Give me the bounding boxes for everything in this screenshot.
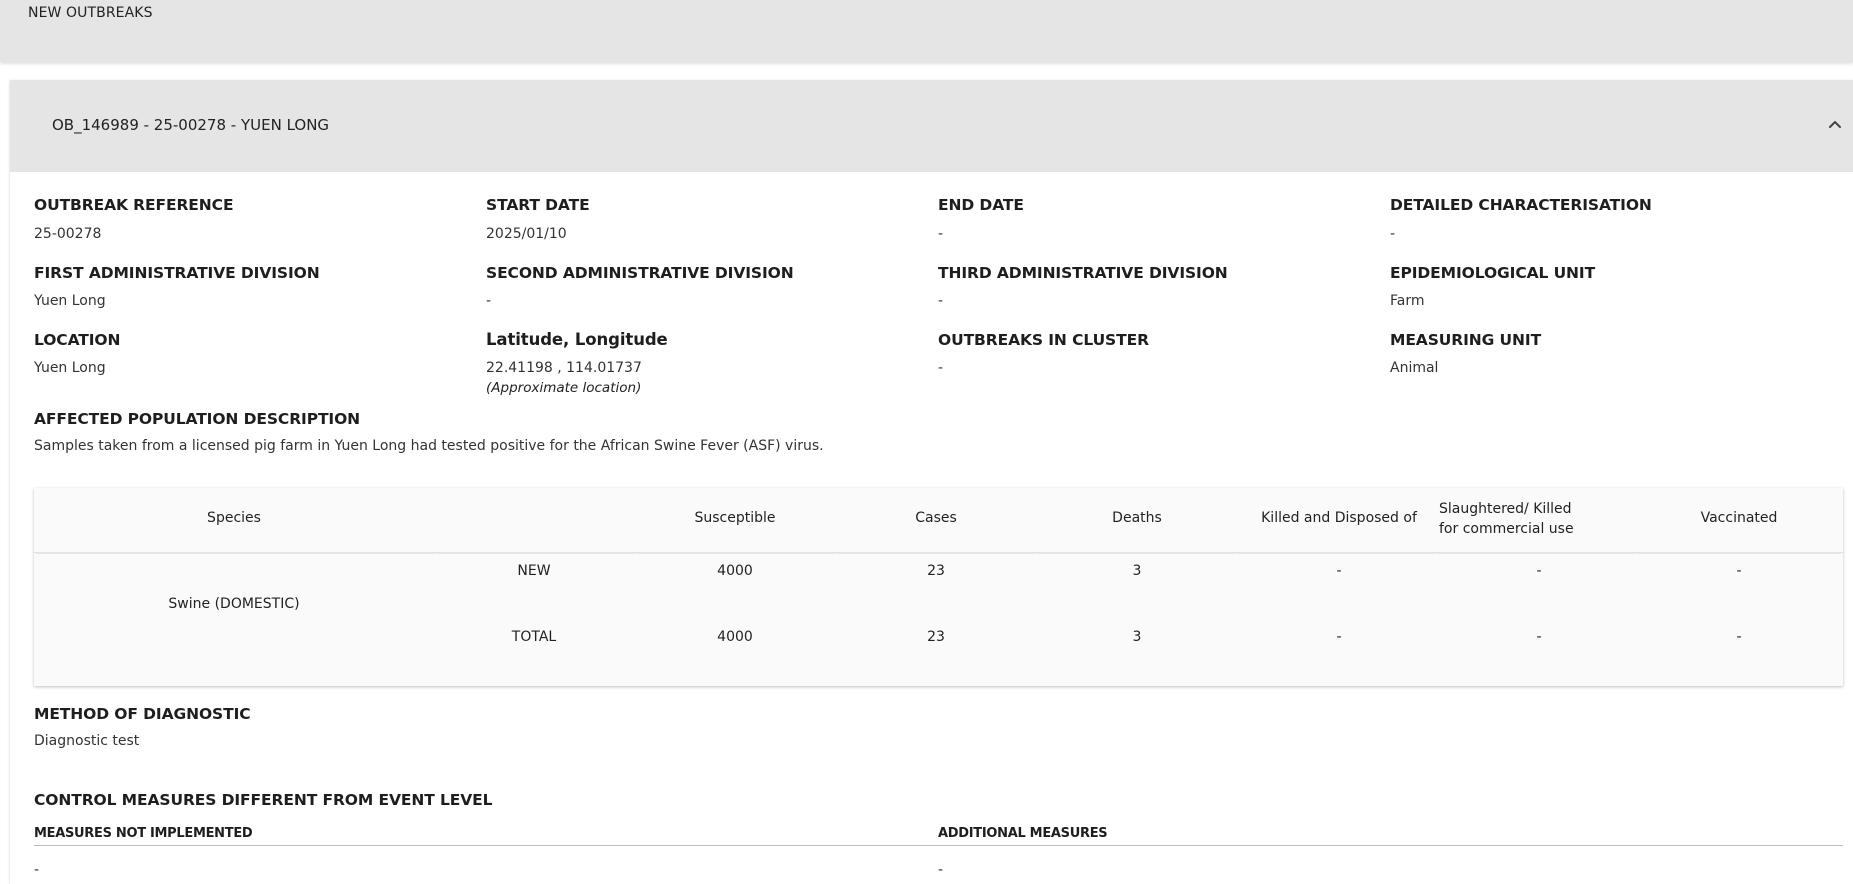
control-measures-label: CONTROL MEASURES DIFFERENT FROM EVENT LE… — [34, 791, 493, 809]
first-admin-division-label: FIRST ADMINISTRATIVE DIVISION — [34, 264, 320, 282]
row-new-type: NEW — [517, 563, 551, 579]
first-admin-division-value: Yuen Long — [34, 293, 106, 309]
row-new-slaughtered: - — [1536, 563, 1542, 579]
row-total-deaths: 3 — [1132, 629, 1142, 645]
measures-not-implemented-divider — [34, 845, 938, 846]
diagnostic-label: METHOD OF DIAGNOSTIC — [34, 705, 251, 723]
measures-not-implemented-label: MEASURES NOT IMPLEMENTED — [34, 826, 253, 841]
affected-population-label: AFFECTED POPULATION DESCRIPTION — [34, 410, 361, 428]
column-separator — [438, 552, 636, 554]
second-admin-division-label: SECOND ADMINISTRATIVE DIVISION — [486, 264, 794, 282]
section-title: NEW OUTBREAKS — [28, 5, 153, 21]
location-label: LOCATION — [34, 331, 121, 349]
outbreak-panel: OB_146989 - 25-00278 - YUEN LONG OUTBREA… — [10, 80, 1853, 884]
end-date-label: END DATE — [938, 196, 1024, 214]
header-vaccinated: Vaccinated — [1700, 510, 1778, 526]
outbreak-reference-value: 25-00278 — [34, 226, 102, 242]
detailed-characterisation-value: - — [1390, 226, 1396, 242]
measuring-unit-value: Animal — [1390, 360, 1439, 376]
third-admin-division-value: - — [938, 293, 944, 309]
measuring-unit-label: MEASURING UNIT — [1390, 331, 1542, 349]
epidemiological-unit-value: Farm — [1390, 293, 1425, 309]
column-separator — [638, 552, 836, 554]
start-date-value: 2025/01/10 — [486, 226, 567, 242]
lat-long-value: 22.41198 , 114.01737 — [486, 360, 642, 376]
chevron-up-icon[interactable] — [1825, 114, 1845, 134]
section-header-bar: NEW OUTBREAKS — [0, 0, 1853, 62]
outbreak-title: OB_146989 - 25-00278 - YUEN LONG — [52, 116, 330, 134]
column-separator — [1238, 552, 1436, 554]
row-new-deaths: 3 — [1132, 563, 1142, 579]
column-separator — [1638, 552, 1841, 554]
additional-measures-value: - — [938, 862, 944, 878]
species-table: Species Susceptible Cases Deaths Killed … — [34, 488, 1843, 686]
row-total-type: TOTAL — [511, 629, 557, 645]
diagnostic-value: Diagnostic test — [34, 733, 140, 749]
row-total-vaccinated: - — [1736, 629, 1742, 645]
detailed-characterisation-label: DETAILED CHARACTERISATION — [1390, 196, 1652, 214]
header-susceptible: Susceptible — [694, 510, 776, 526]
header-deaths: Deaths — [1112, 510, 1162, 526]
affected-population-value: Samples taken from a licensed pig farm i… — [34, 438, 824, 454]
species-cell: Swine (DOMESTIC) — [168, 596, 300, 612]
measures-not-implemented-value: - — [34, 862, 40, 878]
column-separator — [1038, 552, 1236, 554]
row-total-cases: 23 — [927, 629, 945, 645]
end-date-value: - — [938, 226, 944, 242]
row-new-cases: 23 — [927, 563, 945, 579]
row-total-killed-disposed: - — [1336, 629, 1342, 645]
header-cases: Cases — [915, 510, 957, 526]
additional-measures-divider — [938, 845, 1843, 846]
row-total-slaughtered: - — [1536, 629, 1542, 645]
row-new-killed-disposed: - — [1336, 563, 1342, 579]
header-killed-disposed: Killed and Disposed of — [1261, 510, 1417, 526]
row-new-susceptible: 4000 — [717, 563, 753, 579]
row-new-vaccinated: - — [1736, 563, 1742, 579]
row-total-susceptible: 4000 — [717, 629, 753, 645]
outbreaks-in-cluster-label: OUTBREAKS IN CLUSTER — [938, 331, 1149, 349]
approximate-location-note: (Approximate location) — [486, 380, 642, 396]
start-date-label: START DATE — [486, 196, 590, 214]
column-separator — [1438, 552, 1636, 554]
header-slaughtered: Slaughtered/ Killed for commercial use — [1439, 501, 1574, 537]
header-species: Species — [207, 510, 261, 526]
second-admin-division-value: - — [486, 293, 492, 309]
outbreak-reference-label: OUTBREAK REFERENCE — [34, 196, 234, 214]
column-separator — [36, 552, 436, 554]
epidemiological-unit-label: EPIDEMIOLOGICAL UNIT — [1390, 264, 1596, 282]
column-separator — [838, 552, 1036, 554]
third-admin-division-label: THIRD ADMINISTRATIVE DIVISION — [938, 264, 1228, 282]
outbreaks-in-cluster-value: - — [938, 360, 944, 376]
additional-measures-label: ADDITIONAL MEASURES — [938, 826, 1108, 841]
outbreak-panel-header[interactable]: OB_146989 - 25-00278 - YUEN LONG — [10, 80, 1853, 172]
lat-long-label: Latitude, Longitude — [486, 330, 668, 349]
location-value: Yuen Long — [34, 360, 106, 376]
